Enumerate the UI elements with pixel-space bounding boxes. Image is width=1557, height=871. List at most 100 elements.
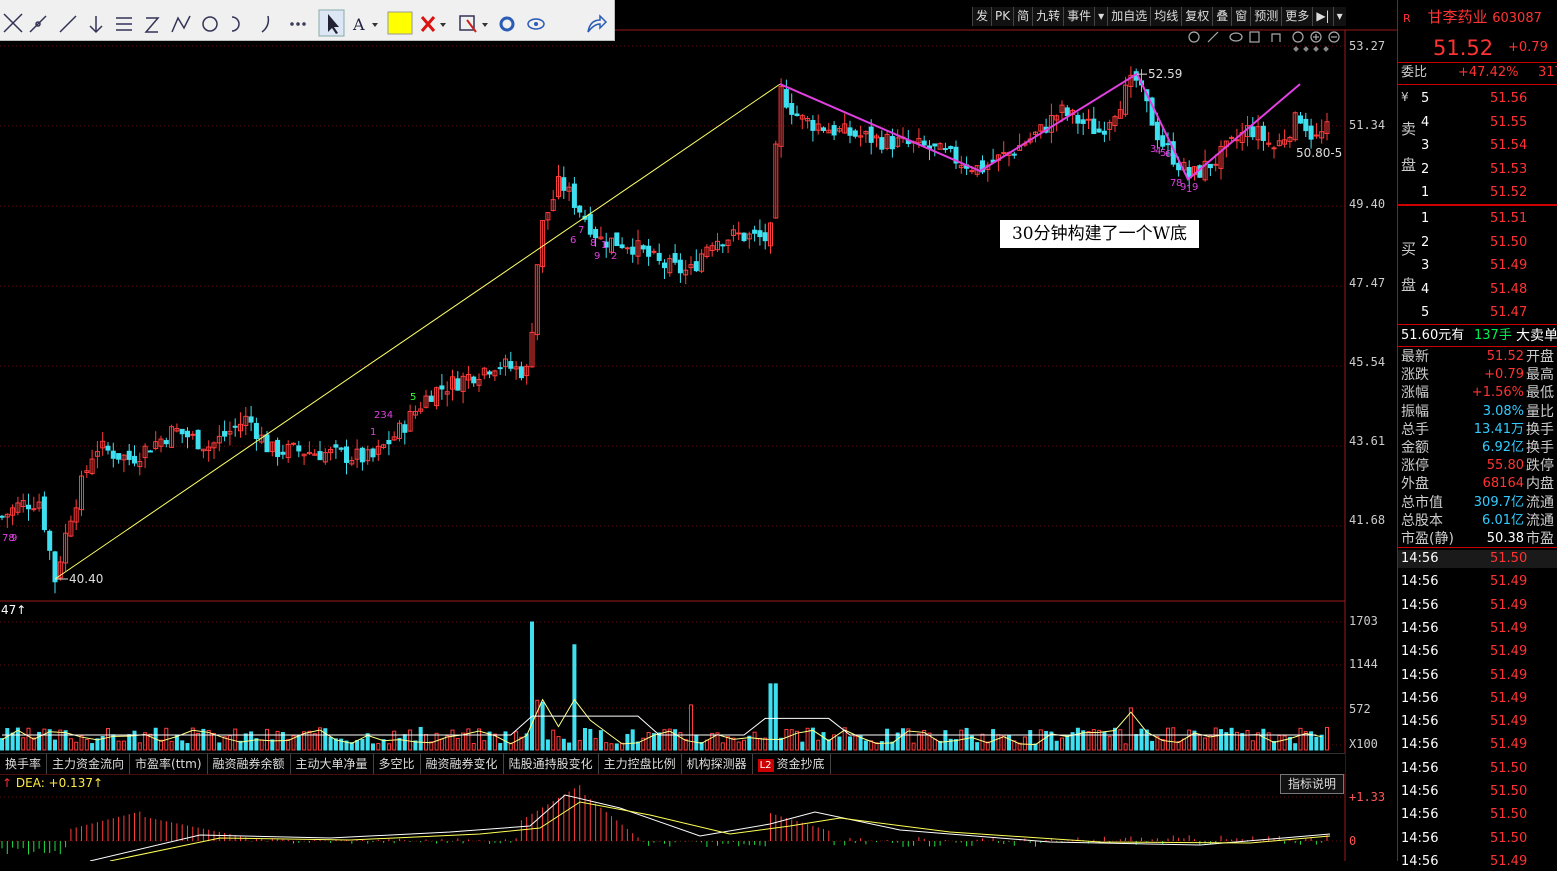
tick-row: 14:56 51.49 [1398,597,1557,615]
circle-icon[interactable] [202,16,218,32]
candle-body [402,424,408,433]
volume-bar [1139,728,1144,751]
reset-icon[interactable] [1292,31,1304,43]
td-count-label: 8 [590,238,596,249]
volume-bar [270,739,275,751]
buy-row[interactable]: 5 51.47 [1398,304,1557,322]
quote-key2: 最高 [1526,367,1554,384]
eye-icon[interactable] [1229,32,1243,42]
quote-value: 13.41万 [1473,421,1524,437]
volume-bar [567,742,572,751]
l2-badge: L2 [757,759,774,772]
tab-dropdown[interactable]: ▾ [1094,7,1107,26]
buy-row[interactable]: 2 51.50 [1398,234,1557,252]
volume-bar [1022,736,1027,751]
macd-dif-line [89,794,1331,861]
big-order-tag: 大卖单 [1516,328,1557,344]
tab-ma[interactable]: 均线 [1150,7,1181,26]
tick-row: 14:56 51.50 [1398,760,1557,778]
cross-icon[interactable] [3,13,23,33]
tab-main-fund-flow[interactable]: 主力资金流向 [47,754,131,774]
kline-chart[interactable]: 40.4052.5950.80-57891234567891234567 89 1 9 [0,0,1397,861]
tab-more[interactable]: 更多 [1281,7,1312,26]
settings-icon[interactable] [1188,31,1200,43]
tick-price: 51.50 [1490,807,1528,823]
tab-main-control-ratio[interactable]: 主力控盘比例 [599,754,682,774]
buy-level: 2 [1421,234,1430,250]
delete-icon[interactable] [420,16,436,32]
sell-row[interactable]: 3 51.54 [1398,137,1557,155]
tab-turnover[interactable]: 换手率 [0,754,48,774]
sell-row[interactable]: 4 51.55 [1398,114,1557,132]
volume-bar [259,739,264,751]
pen-icon[interactable] [29,15,47,33]
tab-forecast[interactable]: 预测 [1250,7,1281,26]
text-icon[interactable]: A [352,15,365,34]
candle-body [248,416,254,423]
macd-tick: +1.33 [1349,790,1386,804]
tab-add-watchlist[interactable]: 加自选 [1107,7,1150,26]
hand-icon[interactable] [1271,33,1281,42]
wave-icon[interactable] [171,15,191,33]
candle-body [831,125,837,136]
tab-fa[interactable]: 发 [972,7,991,26]
w-bottom-pattern [779,72,1301,181]
quote-key: 最新 [1401,349,1429,365]
td-count-label: 234 [374,410,393,421]
tab-margin-change[interactable]: 融资融券变化 [421,754,504,774]
tab-pk[interactable]: PK [991,7,1013,26]
zigzag-icon[interactable] [144,17,160,33]
candle-body [619,244,625,249]
buy-row[interactable]: 4 51.48 [1398,281,1557,299]
buy-row[interactable]: 1 51.51 [1398,210,1557,228]
quote-key: 总手 [1401,421,1429,438]
volume-bar [752,731,757,751]
tab-nine-turn[interactable]: 九转 [1032,7,1063,26]
channel-icon[interactable] [116,17,132,31]
share-icon[interactable] [587,14,608,33]
tab-simple[interactable]: 简 [1013,7,1032,26]
draw-icon[interactable] [1207,31,1219,43]
tab-menu[interactable]: ▾ [1332,7,1346,26]
candle-body [1086,118,1091,121]
tab-adjust[interactable]: 复权 [1181,7,1212,26]
sell-row[interactable]: 5 51.56 [1398,90,1557,108]
volume-bar [1219,729,1223,751]
tab-overlay[interactable]: 叠 [1212,7,1231,26]
tab-northbound-change[interactable]: 陆股通持股变化 [504,754,599,774]
candle-body [338,447,344,450]
arrow-down-icon[interactable] [89,16,103,34]
candle-body [889,136,895,150]
price-tick: 41.68 [1349,513,1386,527]
price-row: 51.52 +0.79 [1398,36,1557,60]
quote-row: 外盘 68164 内盘 [1398,475,1557,493]
volume-bar [265,728,269,751]
buy-row[interactable]: 3 51.49 [1398,257,1557,275]
gear-icon[interactable] [499,16,515,32]
quote-row: 涨跌 +0.79 最高 [1398,366,1557,384]
tab-window[interactable]: 窗 [1231,7,1250,26]
tab-events[interactable]: 事件 [1063,7,1094,26]
candle-body [195,429,201,450]
volume-bar [90,743,95,751]
lock-icon[interactable] [1249,31,1260,43]
curve-icon[interactable] [261,15,270,33]
dots-icon[interactable] [290,22,306,26]
sell-level: 5 [1421,91,1430,106]
volume-bar [461,732,466,751]
tab-margin-balance[interactable]: 融资融券余额 [208,754,291,774]
color-swatch[interactable] [387,11,413,35]
quote-key2: 内盘 [1526,476,1554,493]
tab-institution-detector[interactable]: 机构探测器 [682,754,753,774]
indicator-help-button[interactable]: 指标说明 [1280,774,1344,794]
arc-icon[interactable] [231,16,240,32]
tab-active-big-order[interactable]: 主动大单净量 [291,754,374,774]
tab-long-short-ratio[interactable]: 多空比 [374,754,421,774]
line-icon[interactable] [59,15,77,33]
sell-row[interactable]: 2 51.53 [1398,161,1557,179]
tab-bottom-fishing[interactable]: L2 资金抄底 [753,754,831,774]
candle-body [794,113,800,116]
sell-row[interactable]: 1 51.52 [1398,184,1557,202]
tab-pe-ttm[interactable]: 市盈率(ttm) [130,754,208,774]
tab-play[interactable]: ▶| [1312,7,1332,26]
